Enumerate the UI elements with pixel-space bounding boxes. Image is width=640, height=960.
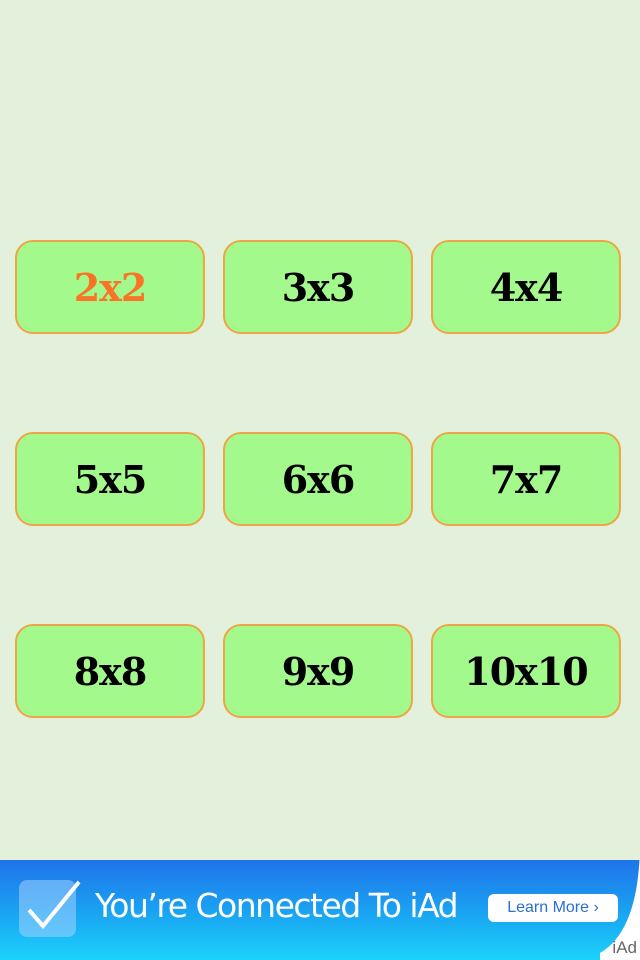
size-button-2x2[interactable]: 2x2	[15, 240, 205, 334]
ad-message: You’re Connected To iAd	[95, 886, 459, 925]
size-button-9x9[interactable]: 9x9	[223, 624, 413, 718]
learn-more-button[interactable]: Learn More ›	[488, 894, 618, 922]
size-button-10x10[interactable]: 10x10	[431, 624, 621, 718]
checkmark-icon	[19, 880, 81, 937]
size-button-6x6[interactable]: 6x6	[223, 432, 413, 526]
size-button-5x5[interactable]: 5x5	[15, 432, 205, 526]
size-button-3x3[interactable]: 3x3	[223, 240, 413, 334]
size-button-4x4[interactable]: 4x4	[431, 240, 621, 334]
size-button-7x7[interactable]: 7x7	[431, 432, 621, 526]
ad-banner[interactable]: You’re Connected To iAd Learn More › iAd	[0, 860, 640, 960]
size-button-8x8[interactable]: 8x8	[15, 624, 205, 718]
iad-brand-label: iAd	[612, 938, 637, 957]
